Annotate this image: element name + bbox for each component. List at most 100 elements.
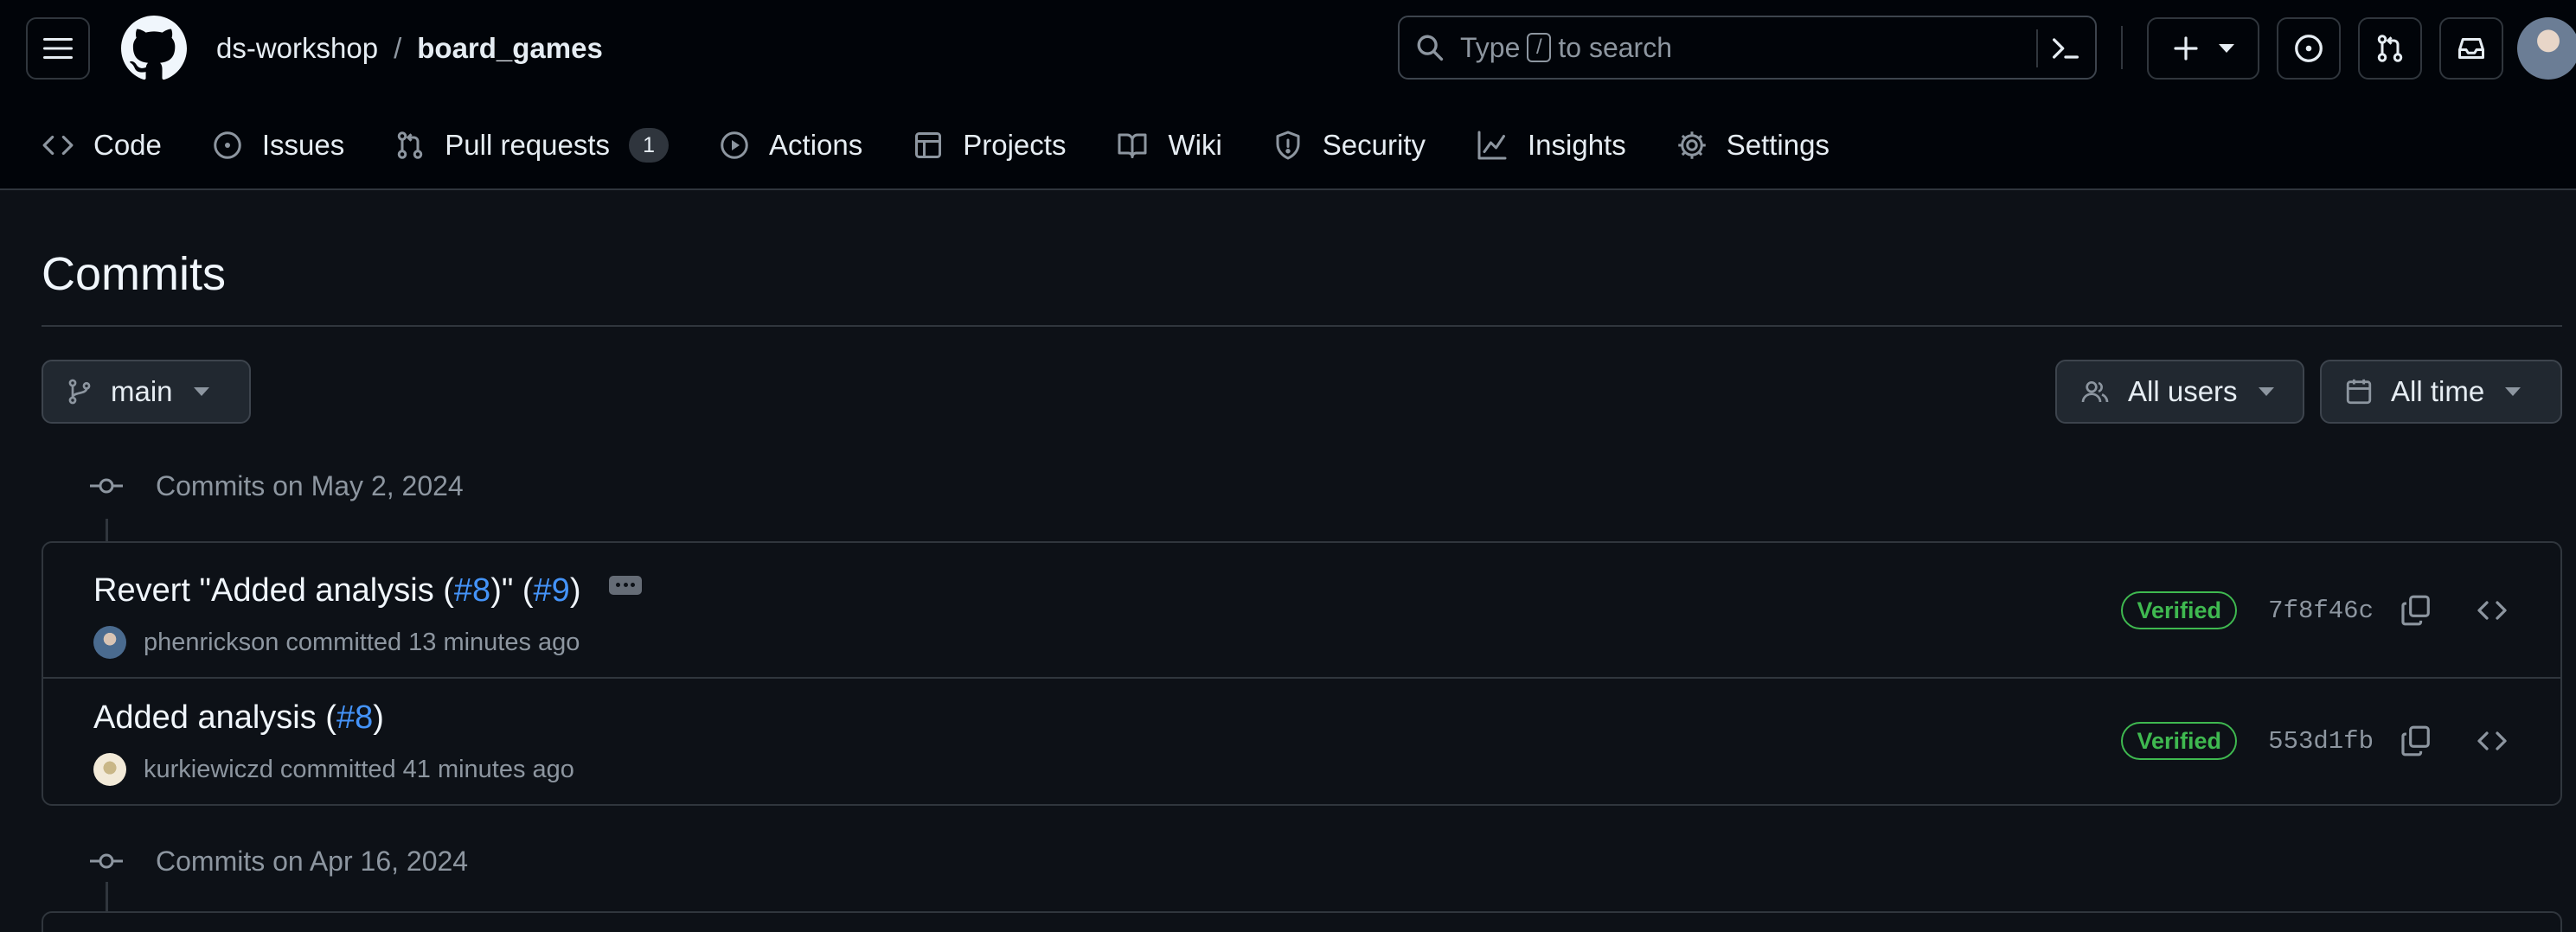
triangle-down-icon <box>2258 387 2274 396</box>
menu-button[interactable] <box>26 17 90 80</box>
repo-nav: Code Issues Pull requests 1 Actions Proj… <box>42 119 1880 171</box>
tab-actions-label: Actions <box>769 129 863 161</box>
users-filter-button[interactable]: All users <box>2055 360 2304 424</box>
timeline-line <box>106 519 108 541</box>
git-branch-icon <box>66 376 93 407</box>
commit-ref-link[interactable]: #8 <box>454 572 490 609</box>
commit-action: committed <box>285 628 402 656</box>
tab-actions[interactable]: Actions <box>719 129 862 162</box>
commit-meta: phenrickson committed 13 minutes ago <box>93 626 580 659</box>
tab-code[interactable]: Code <box>42 129 162 162</box>
verified-badge[interactable]: Verified <box>2121 591 2237 629</box>
search-divider <box>2036 29 2038 67</box>
tab-settings-label: Settings <box>1726 129 1829 161</box>
table-icon <box>913 130 944 161</box>
tab-pull-requests[interactable]: Pull requests 1 <box>394 128 670 163</box>
expand-message-button[interactable] <box>609 575 643 595</box>
tab-pull-requests-label: Pull requests <box>445 129 611 161</box>
github-logo-icon[interactable] <box>121 16 187 81</box>
tab-issues-label: Issues <box>261 129 345 161</box>
commit-message-suffix: ) <box>569 572 581 609</box>
tab-issues[interactable]: Issues <box>212 129 344 162</box>
commit-message-prefix: Added analysis ( <box>93 699 336 736</box>
create-new-button[interactable] <box>2147 17 2259 80</box>
inbox-icon <box>2456 33 2487 64</box>
commit-message[interactable]: Revert "Added analysis (#8)" (#9) <box>93 572 643 610</box>
issues-shortcut-button[interactable] <box>2277 17 2341 80</box>
command-palette-icon[interactable] <box>2048 31 2083 66</box>
search-placeholder: Type / to search <box>1460 32 1672 64</box>
app-header: ds-workshop / board_games Type / to sear… <box>0 0 2576 190</box>
search-icon <box>1415 33 1445 62</box>
commit-author[interactable]: phenrickson <box>144 629 279 657</box>
avatar[interactable] <box>93 626 126 659</box>
inbox-button[interactable] <box>2439 17 2503 80</box>
breadcrumb: ds-workshop / board_games <box>216 24 603 73</box>
tab-wiki[interactable]: Wiki <box>1116 129 1222 162</box>
browse-code-icon[interactable] <box>2476 725 2509 761</box>
user-avatar[interactable] <box>2517 17 2576 80</box>
time-filter-button[interactable]: All time <box>2320 360 2562 424</box>
commit-action: committed <box>279 755 396 783</box>
git-commit-icon <box>90 851 123 871</box>
verified-badge[interactable]: Verified <box>2121 722 2237 760</box>
commit-ref-link[interactable]: #8 <box>336 699 373 736</box>
commit-sha[interactable]: 553d1fb <box>2268 727 2374 756</box>
commit-group-date: Commits on May 2, 2024 <box>156 469 464 501</box>
tab-settings[interactable]: Settings <box>1676 129 1829 162</box>
breadcrumb-repo[interactable]: board_games <box>417 32 603 65</box>
copy-icon[interactable] <box>2400 593 2432 632</box>
search-prefix: Type <box>1460 31 1521 63</box>
shield-icon <box>1272 130 1304 161</box>
git-pull-request-icon <box>2374 33 2406 64</box>
browse-code-icon[interactable] <box>2476 595 2509 630</box>
calendar-icon <box>2344 376 2374 407</box>
breadcrumb-owner[interactable]: ds-workshop <box>216 32 378 65</box>
code-icon <box>42 129 74 162</box>
git-pull-request-icon <box>394 130 426 161</box>
commit-message[interactable]: Added analysis (#8) <box>93 699 384 737</box>
book-icon <box>1116 130 1149 161</box>
triangle-down-icon <box>193 387 209 396</box>
issue-opened-icon <box>2293 33 2324 64</box>
commit-message-prefix: Revert "Added analysis ( <box>93 572 454 609</box>
timeline-line <box>106 882 108 911</box>
tab-wiki-label: Wiki <box>1168 129 1222 161</box>
tab-security-label: Security <box>1322 129 1426 161</box>
commit-author[interactable]: kurkiewiczd <box>144 756 273 784</box>
commit-row: Added analysis (#8) kurkiewiczd committe… <box>43 679 2560 805</box>
commit-message-suffix: ) <box>373 699 384 736</box>
commit-group-date: Commits on Apr 16, 2024 <box>156 845 469 877</box>
triangle-down-icon <box>2219 44 2234 53</box>
time-filter-label: All time <box>2391 375 2485 407</box>
people-icon <box>2079 378 2111 405</box>
top-bar: ds-workshop / board_games Type / to sear… <box>0 0 2576 97</box>
pull-requests-counter: 1 <box>629 128 670 163</box>
play-icon <box>719 130 750 161</box>
commit-sha[interactable]: 7f8f46c <box>2268 597 2374 625</box>
branch-selector-button[interactable]: main <box>42 360 251 424</box>
tab-projects[interactable]: Projects <box>913 129 1066 162</box>
copy-icon[interactable] <box>2400 724 2432 763</box>
commit-time: 41 minutes ago <box>402 755 574 783</box>
gear-icon <box>1676 130 1708 161</box>
commit-group-heading: Commits on Apr 16, 2024 <box>90 840 468 882</box>
graph-icon <box>1476 130 1509 161</box>
commit-list: Revert "Added analysis (#8)" (#9) phenri… <box>42 541 2562 806</box>
tab-insights[interactable]: Insights <box>1476 129 1626 162</box>
users-filter-label: All users <box>2128 375 2238 407</box>
search-shortcut-key: / <box>1527 33 1552 62</box>
commit-group-heading: Commits on May 2, 2024 <box>90 465 464 507</box>
git-commit-icon <box>90 476 123 496</box>
commit-message-middle: )" ( <box>490 572 534 609</box>
tab-code-label: Code <box>93 129 162 161</box>
header-divider <box>2121 26 2123 69</box>
page-title: Commits <box>42 248 226 300</box>
tab-security[interactable]: Security <box>1272 129 1426 162</box>
breadcrumb-separator: / <box>394 32 402 64</box>
pull-requests-shortcut-button[interactable] <box>2358 17 2422 80</box>
commit-time: 13 minutes ago <box>408 628 580 656</box>
avatar[interactable] <box>93 753 126 786</box>
commit-ref-link[interactable]: #9 <box>534 572 570 609</box>
search-input[interactable]: Type / to search <box>1398 16 2097 80</box>
